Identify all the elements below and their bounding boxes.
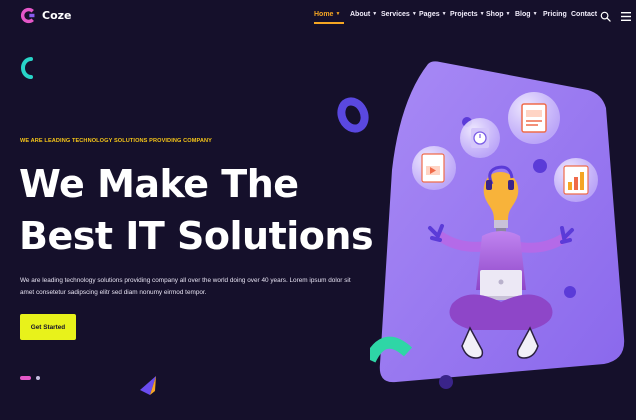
nav-label: Pages	[419, 11, 440, 18]
video-bubble	[412, 146, 456, 190]
slider-dot-active[interactable]	[20, 376, 31, 380]
nav-label: Shop	[486, 11, 504, 18]
hero-eyebrow: WE ARE LEADING TECHNOLOGY SOLUTIONS PROV…	[20, 138, 212, 144]
nav-item-shop[interactable]: Shop ▼	[486, 11, 515, 18]
slider-dot[interactable]	[36, 376, 40, 380]
headline-line-1: We Make The	[19, 162, 299, 206]
chevron-down-icon: ▼	[505, 11, 511, 17]
blue-ring-shape	[337, 97, 369, 133]
chevron-down-icon: ▼	[441, 11, 447, 17]
nav-label: Services	[381, 11, 410, 18]
headline-line-2: Best IT Solutions	[19, 214, 374, 258]
main-nav: Home ▼ About ▼ Services ▼ Pages ▼ Projects ▼ …	[314, 11, 599, 24]
pyramid-shape	[140, 376, 156, 395]
nav-label: Pricing	[543, 11, 567, 18]
slider-pagination	[20, 376, 40, 380]
chevron-down-icon: ▼	[532, 11, 538, 17]
nav-item-projects[interactable]: Projects ▼	[450, 11, 486, 18]
nav-label: Blog	[515, 11, 531, 18]
hero-headline: We Make The Best IT Solutions	[19, 158, 374, 262]
chevron-down-icon: ▼	[372, 11, 378, 17]
nav-label: Home	[314, 11, 334, 18]
nav-label: About	[350, 11, 371, 18]
hero-description: We are leading technology solutions prov…	[20, 277, 351, 296]
get-started-button[interactable]: Get Started	[20, 314, 76, 340]
chevron-down-icon: ▼	[479, 11, 485, 17]
nav-label: Contact	[571, 11, 598, 18]
nav-item-blog[interactable]: Blog ▼	[515, 11, 543, 18]
logo-icon	[20, 7, 35, 24]
chart-bubble	[554, 158, 598, 202]
logo[interactable]: Coze	[20, 7, 72, 24]
nav-item-contact[interactable]: Contact	[571, 11, 599, 18]
nav-label: Projects	[450, 11, 478, 18]
email-bubble	[508, 92, 560, 144]
cyan-arc-shape	[21, 57, 33, 79]
search-icon[interactable]	[600, 11, 611, 22]
chevron-down-icon: ▼	[411, 11, 417, 17]
nav-item-pages[interactable]: Pages ▼	[419, 11, 450, 18]
nav-item-about[interactable]: About ▼	[350, 11, 381, 18]
chevron-down-icon: ▼	[335, 11, 341, 17]
site-header: Coze Home ▼ About ▼ Services ▼ Pages ▼ Proje…	[0, 0, 636, 34]
menu-icon[interactable]	[621, 12, 631, 21]
brand-name: Coze	[42, 9, 72, 22]
nav-item-home[interactable]: Home ▼	[314, 11, 350, 24]
nav-item-pricing[interactable]: Pricing	[543, 11, 571, 18]
clock-bubble	[460, 118, 500, 158]
hero-illustration	[370, 61, 625, 389]
nav-item-services[interactable]: Services ▼	[381, 11, 419, 18]
